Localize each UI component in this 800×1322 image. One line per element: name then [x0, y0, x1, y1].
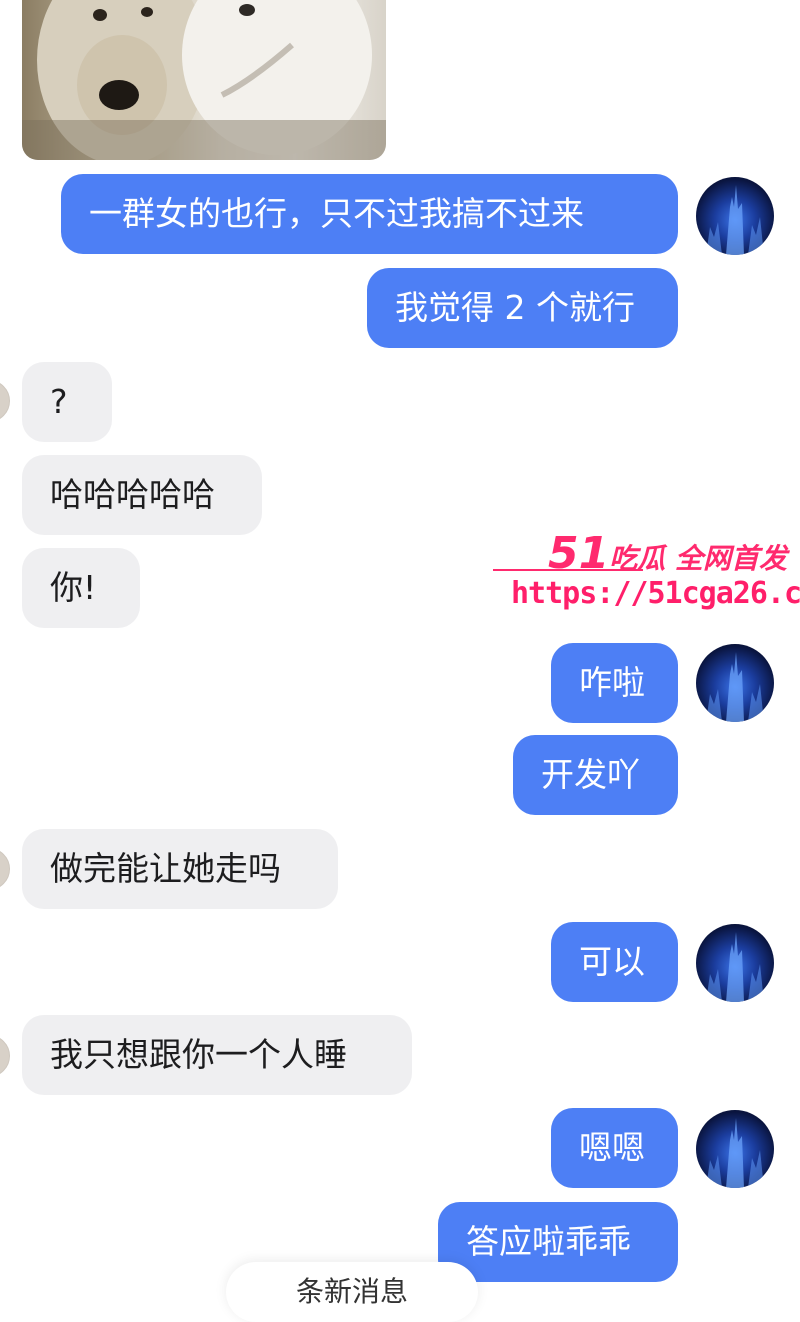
avatar-city-lights-icon — [706, 932, 764, 1002]
watermark: 51吃瓜 全网首发 https://51cga26.com — [493, 520, 800, 615]
dog-photo-illustration — [22, 0, 386, 160]
contact-avatar[interactable] — [0, 1035, 10, 1077]
message-bubble-incoming[interactable]: 哈哈哈哈哈 — [22, 455, 262, 535]
my-avatar[interactable] — [696, 177, 774, 255]
message-bubble-incoming[interactable]: 做完能让她走吗 — [22, 829, 338, 909]
message-bubble-outgoing[interactable]: 一群女的也行，只不过我搞不过来 — [61, 174, 678, 254]
message-bubble-outgoing[interactable]: 嗯嗯 — [551, 1108, 678, 1188]
message-bubble-outgoing[interactable]: 我觉得 2 个就行 — [367, 268, 678, 348]
watermark-decor-line — [493, 569, 643, 571]
message-bubble-outgoing[interactable]: 开发吖 — [513, 735, 678, 815]
message-bubble-incoming[interactable]: 我只想跟你一个人睡 — [22, 1015, 412, 1095]
avatar-city-lights-icon — [706, 1118, 764, 1188]
watermark-url: https://51cga26.com — [511, 576, 800, 611]
my-avatar[interactable] — [696, 1110, 774, 1188]
message-bubble-outgoing[interactable]: 答应啦乖乖 — [438, 1202, 678, 1282]
contact-avatar[interactable] — [0, 848, 10, 890]
message-bubble-outgoing[interactable]: 可以 — [551, 922, 678, 1002]
my-avatar[interactable] — [696, 924, 774, 1002]
message-bubble-incoming[interactable]: 你! — [22, 548, 140, 628]
contact-avatar[interactable] — [0, 380, 10, 422]
shared-dog-photo[interactable] — [22, 0, 386, 160]
my-avatar[interactable] — [696, 644, 774, 722]
new-messages-pill[interactable]: 条新消息 — [226, 1262, 478, 1322]
message-bubble-incoming[interactable]: ? — [22, 362, 112, 442]
avatar-city-lights-icon — [706, 185, 764, 255]
avatar-city-lights-icon — [706, 652, 764, 722]
message-bubble-outgoing[interactable]: 咋啦 — [551, 643, 678, 723]
